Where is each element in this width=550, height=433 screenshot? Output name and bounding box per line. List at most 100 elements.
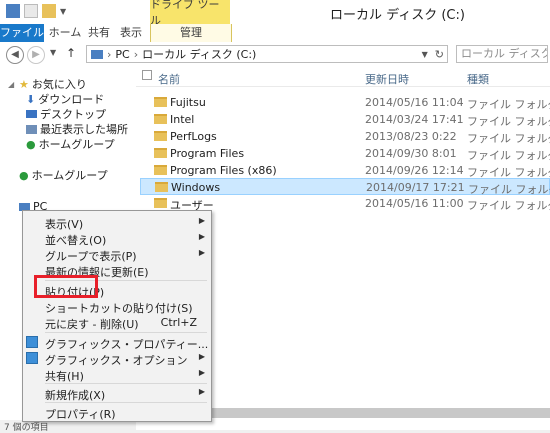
file-row-perflogs[interactable]: PerfLogs 2013/08/23 0:22 ファイル フォルダー <box>140 128 550 145</box>
file-row-program-files[interactable]: Program Files 2014/09/30 8:01 ファイル フォルダー <box>140 145 550 162</box>
folder-icon <box>154 114 167 124</box>
menu-item-undo-label: 元に戻す - 削除(U) <box>45 318 139 331</box>
contextual-tab-group: ドライブ ツール <box>150 0 230 27</box>
menu-item-properties[interactable]: プロパティ(R) <box>23 404 211 421</box>
nav-downloads[interactable]: ⬇ ダウンロード <box>26 91 104 107</box>
nav-homegroup-favorite[interactable]: ● ホームグループ <box>26 136 115 152</box>
new-folder-icon[interactable] <box>42 4 56 18</box>
column-header-name[interactable]: 名前 <box>158 71 180 87</box>
address-bar[interactable]: › PC › ローカル ディスク (C:) ▼ ↻ <box>86 45 448 63</box>
nav-desktop-label: デスクトップ <box>40 108 106 121</box>
ribbon-tabs: ファイル ホーム 共有 表示 管理 <box>0 24 550 43</box>
file-date: 2014/09/17 17:21 <box>366 181 465 194</box>
file-type: ファイル フォルダー <box>467 199 550 212</box>
file-name: Intel <box>170 113 195 126</box>
column-header-date[interactable]: 更新日時 <box>365 71 409 87</box>
file-type: ファイル フォルダー <box>467 149 550 162</box>
menu-item-undo[interactable]: 元に戻す - 削除(U) Ctrl+Z <box>23 314 211 331</box>
menu-item-group[interactable]: グループで表示(P) ▶ <box>23 246 211 263</box>
submenu-arrow-icon: ▶ <box>198 232 205 241</box>
tab-share[interactable]: 共有 <box>84 24 114 42</box>
file-date: 2014/09/30 8:01 <box>365 147 457 160</box>
intel-graphics-icon <box>26 336 38 348</box>
file-name: Windows <box>171 181 221 194</box>
file-row-intel[interactable]: Intel 2014/03/24 17:41 ファイル フォルダー <box>140 111 550 128</box>
horizontal-scrollbar[interactable] <box>210 408 550 418</box>
tab-file[interactable]: ファイル <box>0 24 44 42</box>
submenu-arrow-icon: ▶ <box>198 352 205 361</box>
menu-item-graphics-options[interactable]: グラフィックス・オプション ▶ <box>23 350 211 367</box>
file-date: 2014/05/16 11:00 <box>365 197 464 210</box>
submenu-arrow-icon: ▶ <box>198 216 205 225</box>
title-bar: ▼ ドライブ ツール ローカル ディスク (C:) <box>0 0 550 27</box>
window-title: ローカル ディスク (C:) <box>330 8 465 23</box>
file-name: Program Files <box>170 147 245 160</box>
file-type: ファイル フォルダー <box>467 115 550 128</box>
file-row-fujitsu[interactable]: Fujitsu 2014/05/16 11:04 ファイル フォルダー <box>140 94 550 111</box>
refresh-icon[interactable]: ↻ <box>432 48 447 61</box>
forward-button[interactable]: ▶ <box>27 46 45 64</box>
download-icon: ⬇ <box>26 92 36 106</box>
select-all-checkbox[interactable] <box>142 70 152 80</box>
file-name: PerfLogs <box>170 130 217 143</box>
file-name: Fujitsu <box>170 96 206 109</box>
folder-icon <box>154 165 167 175</box>
desktop-icon <box>26 110 37 118</box>
file-type: ファイル フォルダー <box>467 98 550 111</box>
pc-icon <box>91 49 103 59</box>
menu-item-new-label: 新規作成(X) <box>45 389 106 402</box>
address-dropdown-icon[interactable]: ▼ <box>422 50 428 59</box>
properties-icon[interactable] <box>24 4 38 18</box>
menu-item-view[interactable]: 表示(V) ▶ <box>23 214 211 231</box>
column-header-row: 名前 更新日時 種類 <box>136 68 550 87</box>
breadcrumb-separator: › <box>107 47 112 61</box>
breadcrumb-local-disk[interactable]: ローカル ディスク (C:) <box>142 46 256 62</box>
menu-separator <box>45 332 207 333</box>
nav-recent-label: 最近表示した場所 <box>40 123 128 136</box>
menu-item-paste-shortcut[interactable]: ショートカットの貼り付け(S) <box>23 298 211 315</box>
nav-favorites-label: お気に入り <box>31 78 87 91</box>
customize-dropdown-icon[interactable]: ▼ <box>60 7 66 16</box>
search-input[interactable]: ローカル ディスク (C:)の... <box>456 45 548 63</box>
submenu-arrow-icon: ▶ <box>198 387 205 396</box>
nav-downloads-label: ダウンロード <box>38 93 105 106</box>
folder-icon <box>154 97 167 107</box>
folder-icon <box>154 131 167 141</box>
file-date: 2014/09/26 12:14 <box>365 164 464 177</box>
quick-access-toolbar: ▼ <box>6 4 66 18</box>
nav-homegroup-favorite-label: ホームグループ <box>38 138 115 151</box>
nav-recent[interactable]: 最近表示した場所 <box>26 121 128 137</box>
breadcrumb-pc[interactable]: PC <box>115 48 129 61</box>
menu-item-graphics-properties[interactable]: グラフィックス・プロパティー... <box>23 334 211 351</box>
file-type: ファイル フォルダー <box>467 132 550 145</box>
menu-item-sort[interactable]: 並べ替え(O) ▶ <box>23 230 211 247</box>
recent-locations-chevron-down-icon[interactable]: ▼ <box>50 48 56 57</box>
menu-item-share[interactable]: 共有(H) ▶ <box>23 366 211 383</box>
menu-item-undo-shortcut: Ctrl+Z <box>160 316 197 329</box>
back-button[interactable]: ◀ <box>6 46 24 64</box>
menu-item-new[interactable]: 新規作成(X) ▶ <box>23 385 211 402</box>
file-row-program-files-x86[interactable]: Program Files (x86) 2014/09/26 12:14 ファイ… <box>140 162 550 179</box>
nav-favorites[interactable]: ◢ ★ お気に入り <box>8 76 87 92</box>
file-date: 2014/05/16 11:04 <box>365 96 464 109</box>
up-arrow-icon[interactable]: ↑ <box>66 46 76 60</box>
file-date: 2014/03/24 17:41 <box>365 113 464 126</box>
context-menu: 表示(V) ▶ 並べ替え(O) ▶ グループで表示(P) ▶ 最新の情報に更新(… <box>22 210 212 422</box>
menu-separator <box>45 383 207 384</box>
homegroup-icon: ● <box>19 168 29 182</box>
navigation-bar: ◀ ▶ ▼ ↑ › PC › ローカル ディスク (C:) ▼ ↻ ローカル デ… <box>0 42 550 68</box>
tab-home[interactable]: ホーム <box>48 24 82 42</box>
collapse-chevron-icon[interactable]: ◢ <box>8 80 16 89</box>
tab-manage[interactable]: 管理 <box>150 24 232 42</box>
star-icon: ★ <box>19 77 29 91</box>
submenu-arrow-icon: ▶ <box>198 248 205 257</box>
nav-homegroup-label: ホームグループ <box>31 169 108 182</box>
column-header-type[interactable]: 種類 <box>467 71 489 87</box>
nav-desktop[interactable]: デスクトップ <box>26 106 106 122</box>
nav-homegroup[interactable]: ● ホームグループ <box>8 167 108 183</box>
tab-view[interactable]: 表示 <box>116 24 146 42</box>
intel-graphics-icon <box>26 352 38 364</box>
breadcrumb-separator: › <box>133 47 139 61</box>
file-row-windows[interactable]: Windows 2014/09/17 17:21 ファイル フォルダー <box>140 178 550 196</box>
folder-icon <box>154 148 167 158</box>
